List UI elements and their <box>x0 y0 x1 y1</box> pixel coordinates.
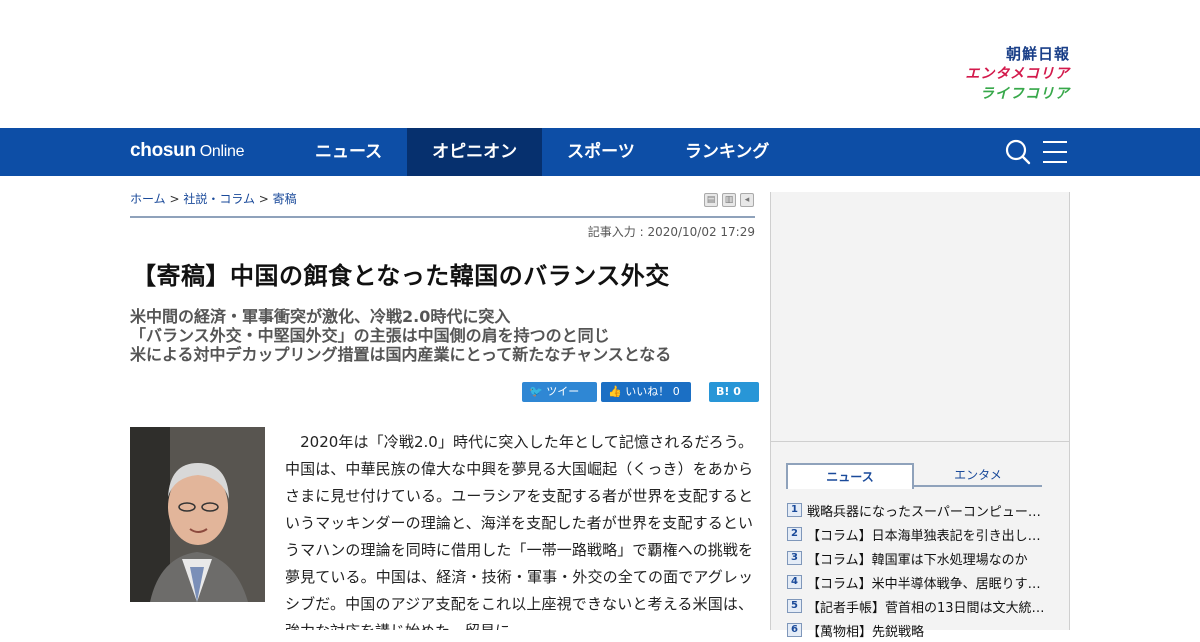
ranking-item[interactable]: 6 【萬物相】先鋭戦略 <box>787 618 1057 642</box>
logo-main: chosun <box>130 140 196 161</box>
share-buttons: 🐦 ツイート 👍 いいね！ 0 B! 0 <box>522 382 759 418</box>
rank-title: 【萬物相】先鋭戦略 <box>807 624 925 640</box>
rank-title: 【コラム】日本海単独表記を引き出し… <box>807 528 1041 544</box>
site-logo[interactable]: chosun Online <box>130 140 245 162</box>
rank-number: 5 <box>787 599 802 613</box>
subhead-line: 「バランス外交・中堅国外交」の主張は中国側の肩を持つのと同じ <box>130 326 610 345</box>
ranking-item[interactable]: 4 【コラム】米中半導体戦争、居眠りす… <box>787 570 1057 594</box>
nav-item-ranking[interactable]: ランキング <box>660 128 795 176</box>
brand-links: 朝鮮日報 エンタメコリア ライフコリア <box>965 44 1070 104</box>
article-subheads: 米中間の経済・軍事衝突が激化、冷戦2.0時代に突入 「バランス外交・中堅国外交」… <box>130 307 671 364</box>
rank-title: 戦略兵器になったスーパーコンピュー… <box>807 504 1041 520</box>
divider <box>130 216 755 218</box>
sidebar-tabs: ニュース エンタメ <box>786 463 1042 489</box>
hatena-bookmark-icon: B! 0 <box>716 385 741 398</box>
rank-number: 1 <box>787 503 802 517</box>
brand-life-korea[interactable]: ライフコリア <box>965 84 1070 104</box>
rank-number: 2 <box>787 527 802 541</box>
breadcrumb-separator: > <box>165 192 184 206</box>
search-icon[interactable] <box>1004 138 1032 166</box>
article-date: 記事入力 : 2020/10/02 17:29 <box>587 225 755 239</box>
tab-news[interactable]: ニュース <box>786 463 914 489</box>
breadcrumb-sub[interactable]: 寄稿 <box>273 192 297 206</box>
ad-slot <box>771 192 1069 442</box>
breadcrumb-separator: > <box>254 192 273 206</box>
nav-item-news[interactable]: ニュース <box>290 128 407 176</box>
ranking-item[interactable]: 1 戦略兵器になったスーパーコンピュー… <box>787 498 1057 522</box>
facebook-like-icon: 👍 <box>608 385 622 398</box>
rank-title: 【コラム】米中半導体戦争、居眠りす… <box>807 576 1041 592</box>
logo-sub: Online <box>199 143 245 160</box>
rank-title: 【コラム】韓国軍は下水処理場なのか <box>807 552 1028 568</box>
hatena-button[interactable]: B! 0 <box>709 382 759 402</box>
ranking-item[interactable]: 2 【コラム】日本海単独表記を引き出し… <box>787 522 1057 546</box>
ranking-list: 1 戦略兵器になったスーパーコンピュー… 2 【コラム】日本海単独表記を引き出し… … <box>787 498 1057 642</box>
ranking-item[interactable]: 3 【コラム】韓国軍は下水処理場なのか <box>787 546 1057 570</box>
email-icon[interactable]: ▥ <box>722 193 736 207</box>
like-label: いいね！ 0 <box>625 385 680 398</box>
twitter-icon: 🐦 <box>529 385 543 398</box>
rank-number: 3 <box>787 551 802 565</box>
author-photo <box>130 427 265 602</box>
back-icon[interactable]: ◂ <box>740 193 754 207</box>
tab-entame[interactable]: エンタメ <box>914 463 1042 487</box>
nav-item-opinion[interactable]: オピニオン <box>407 128 543 176</box>
header-top: 朝鮮日報 エンタメコリア ライフコリア <box>0 0 1200 128</box>
subhead-line: 米による対中デカップリング措置は国内産業にとって新たなチャンスとなる <box>130 345 672 364</box>
hamburger-icon[interactable] <box>1043 140 1067 164</box>
nav-item-sports[interactable]: スポーツ <box>542 128 660 176</box>
brand-chosun-ilbo[interactable]: 朝鮮日報 <box>965 44 1070 64</box>
rank-number: 4 <box>787 575 802 589</box>
breadcrumb-section[interactable]: 社説・コラム <box>183 192 255 206</box>
breadcrumb-home[interactable]: ホーム <box>130 192 166 206</box>
rank-title: 【記者手帳】菅首相の13日間は文大統… <box>807 600 1045 616</box>
rank-number: 6 <box>787 623 802 637</box>
like-button[interactable]: 👍 いいね！ 0 <box>601 382 691 402</box>
tweet-button[interactable]: 🐦 ツイート <box>522 382 597 418</box>
article-body: 2020年は「冷戦2.0」時代に突入した年として記憶されるだろう。中国は、中華民… <box>285 433 753 630</box>
breadcrumb: ホーム > 社説・コラム > 寄稿 <box>130 190 297 207</box>
menu-bar: ニュース オピニオン スポーツ ランキング <box>290 128 794 176</box>
article-title: 【寄稿】中国の餌食となった韓国のバランス外交 <box>132 262 670 290</box>
sidebar: ニュース エンタメ 1 戦略兵器になったスーパーコンピュー… 2 【コラム】日本海単… <box>770 192 1070 640</box>
ranking-item[interactable]: 5 【記者手帳】菅首相の13日間は文大統… <box>787 594 1057 618</box>
article-tools: ▤ ▥ ◂ <box>704 193 754 207</box>
subhead-line: 米中間の経済・軍事衝突が激化、冷戦2.0時代に突入 <box>130 307 511 326</box>
brand-entame-korea[interactable]: エンタメコリア <box>965 64 1070 84</box>
print-icon[interactable]: ▤ <box>704 193 718 207</box>
